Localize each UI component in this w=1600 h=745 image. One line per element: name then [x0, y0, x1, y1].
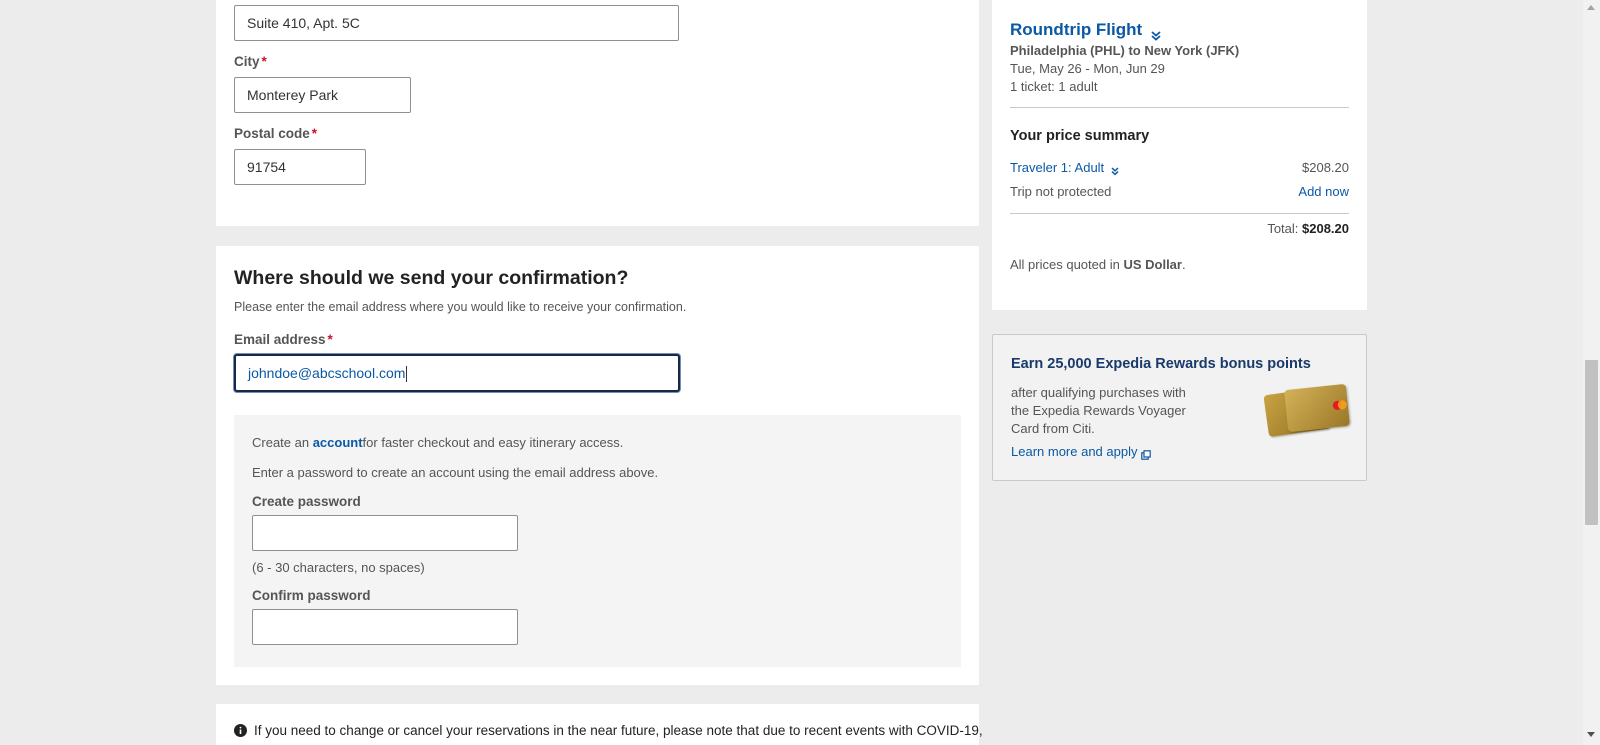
trip-protection-status: Trip not protected [1010, 184, 1112, 199]
trip-title: Roundtrip Flight [1010, 20, 1143, 39]
total-price: Total: $208.20 [1267, 221, 1349, 236]
create-password-label: Create password [252, 494, 361, 509]
trip-summary: Roundtrip Flight Philadelphia (PHL) to N… [992, 0, 1367, 310]
rewards-line-2: the Expedia Rewards Voyager [1011, 403, 1186, 418]
address-section: Suite 410, Apt. 5C City * Monterey Park P… [216, 0, 979, 226]
confirm-password-input[interactable] [252, 609, 518, 645]
email-label-text: Email address [234, 332, 326, 347]
address-line2-input[interactable]: Suite 410, Apt. 5C [234, 5, 679, 41]
currency-note: All prices quoted in US Dollar. [1010, 257, 1186, 272]
trip-dates: Tue, May 26 - Mon, Jun 29 [1010, 61, 1165, 76]
total-value: $208.20 [1302, 221, 1349, 236]
total-label: Total: [1267, 221, 1302, 236]
trip-route: Philadelphia (PHL) to New York (JFK) [1010, 43, 1240, 58]
email-label: Email address * [234, 332, 333, 347]
rewards-link-text: Learn more and apply [1011, 444, 1138, 459]
currency-suffix: . [1181, 257, 1186, 272]
email-value: johndoe@abcschool.com [248, 365, 406, 381]
scroll-thumb[interactable] [1585, 360, 1598, 525]
chevron-down-icon [1151, 26, 1161, 41]
scroll-up-arrow-icon[interactable] [1587, 5, 1595, 10]
create-account-text: Create an accountfor faster checkout and… [252, 435, 623, 450]
trip-title-toggle[interactable]: Roundtrip Flight [1010, 20, 1161, 41]
postal-code-label: Postal code * [234, 126, 317, 141]
traveler-toggle[interactable]: Traveler 1: Adult [1010, 160, 1119, 176]
city-input[interactable]: Monterey Park [234, 77, 411, 113]
create-password-input[interactable] [252, 515, 518, 551]
text-caret [406, 366, 408, 383]
password-intro: Enter a password to create an account us… [252, 465, 659, 480]
account-link[interactable]: account [313, 435, 363, 450]
chevron-down-icon [1111, 164, 1119, 176]
rewards-line-1: after qualifying purchases with [1011, 385, 1186, 400]
credit-card-image [1263, 383, 1351, 438]
account-prefix: Create an [252, 435, 313, 450]
page-scrollbar[interactable] [1583, 0, 1600, 745]
account-suffix: for faster checkout and easy itinerary a… [362, 435, 624, 450]
email-input[interactable]: johndoe@abcschool.com [234, 354, 680, 392]
rewards-title: Earn 25,000 Expedia Rewards bonus points [1011, 356, 1311, 372]
traveler-label: Traveler 1: Adult [1010, 160, 1105, 175]
covid-notice-text: If you need to change or cancel your res… [254, 723, 983, 738]
currency-value: US Dollar [1123, 257, 1182, 272]
info-icon [234, 724, 247, 737]
scroll-down-arrow-icon[interactable] [1587, 732, 1595, 737]
rewards-learn-more-link[interactable]: Learn more and apply [1011, 444, 1151, 460]
price-summary-title: Your price summary [1010, 128, 1150, 144]
covid-notice: If you need to change or cancel your res… [216, 704, 983, 745]
required-mark: * [327, 332, 333, 347]
currency-prefix: All prices quoted in [1010, 257, 1124, 272]
confirmation-subtitle: Please enter the email address where you… [234, 300, 687, 314]
rewards-line-3: Card from Citi. [1011, 421, 1095, 436]
confirmation-title: Where should we send your confirmation? [234, 267, 629, 289]
create-account-box: Create an accountfor faster checkout and… [234, 415, 961, 667]
city-label: City * [234, 54, 267, 69]
postal-code-input[interactable]: 91754 [234, 149, 366, 185]
divider [1010, 213, 1349, 214]
add-protection-link[interactable]: Add now [1298, 184, 1349, 199]
traveler-price: $208.20 [1302, 160, 1349, 175]
external-link-icon [1141, 448, 1151, 460]
rewards-promo: Earn 25,000 Expedia Rewards bonus points… [992, 334, 1367, 481]
required-mark: * [311, 126, 318, 141]
confirm-password-label: Confirm password [252, 588, 371, 603]
required-mark: * [261, 54, 267, 69]
city-label-text: City [234, 54, 260, 69]
postal-code-label-text: Postal code [234, 126, 310, 141]
password-hint: (6 - 30 characters, no spaces) [252, 560, 425, 575]
trip-tickets: 1 ticket: 1 adult [1010, 79, 1098, 94]
confirmation-section: Where should we send your confirmation? … [216, 246, 979, 685]
divider [1010, 107, 1349, 108]
